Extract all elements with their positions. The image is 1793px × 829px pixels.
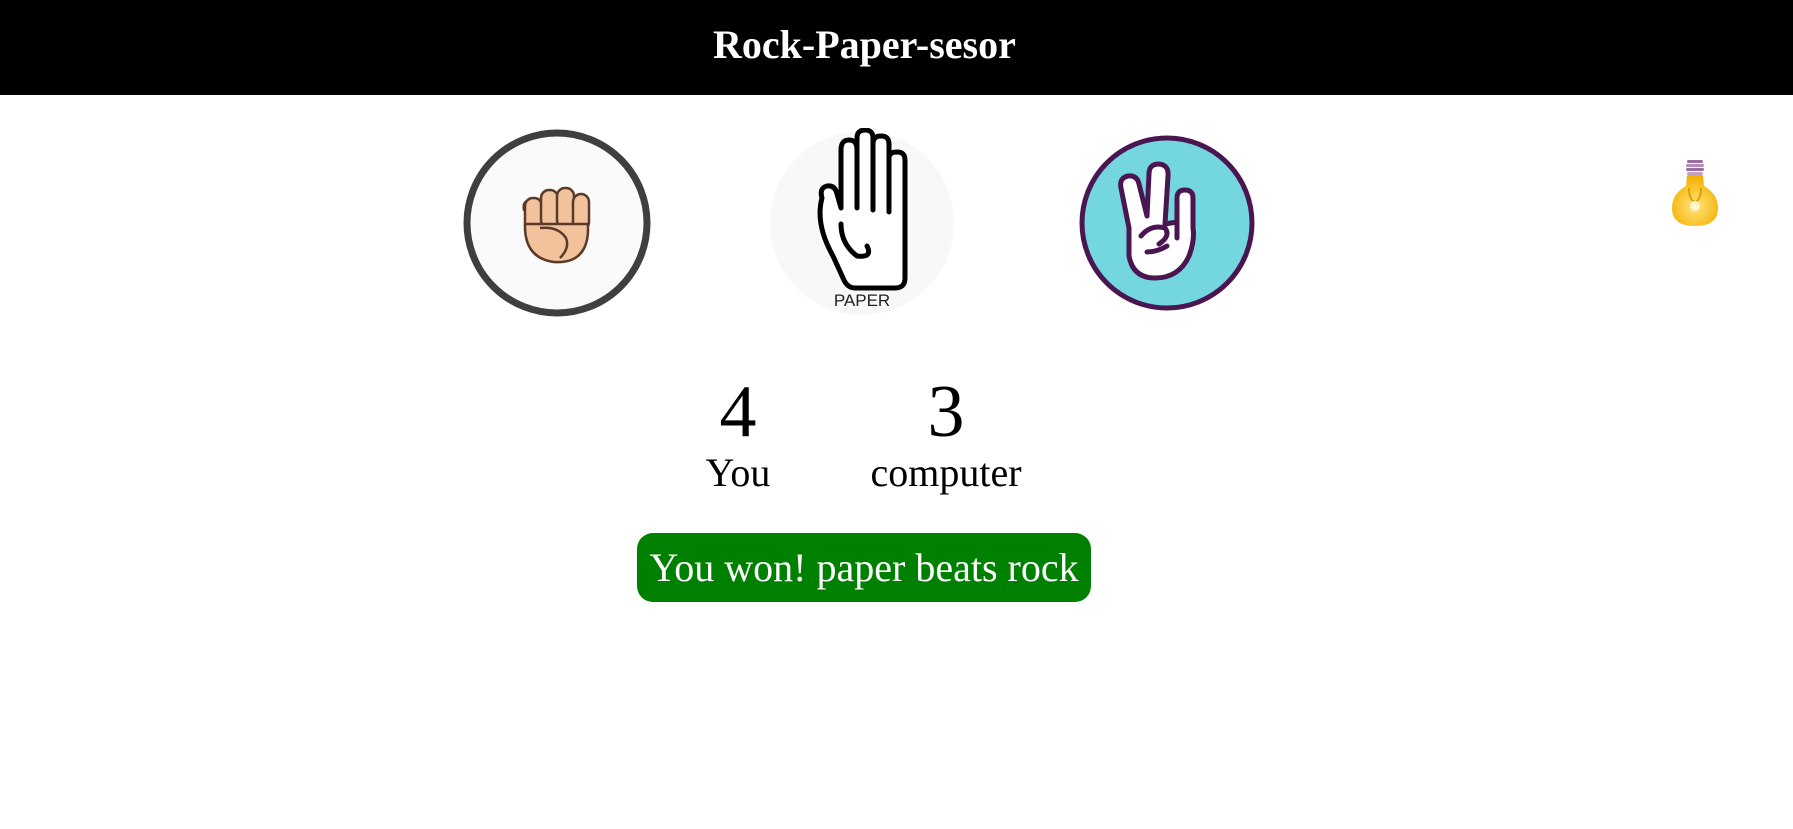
user-score-value: 4 [719,371,757,453]
theme-toggle-button[interactable] [1668,158,1722,228]
user-score: 4 You [638,370,838,496]
page-title: Rock-Paper-sesor [713,22,1016,67]
paper-caption: PAPER [834,291,890,310]
rock-choice-button[interactable] [462,128,652,318]
header-bar: Rock-Paper-sesor [0,0,1793,95]
peace-hand-icon [1079,135,1255,311]
fist-icon [463,129,651,317]
computer-score-label: computer [870,450,1022,495]
result-message: You won! paper beats rock [637,533,1091,602]
computer-score-value: 3 [927,371,965,453]
open-hand-icon: PAPER [770,128,954,315]
paper-choice-button[interactable]: PAPER [767,128,957,318]
computer-score: 3 computer [846,370,1046,496]
scissors-choice-button[interactable] [1077,128,1267,318]
lightbulb-icon [1672,160,1718,226]
user-score-label: You [705,450,771,495]
